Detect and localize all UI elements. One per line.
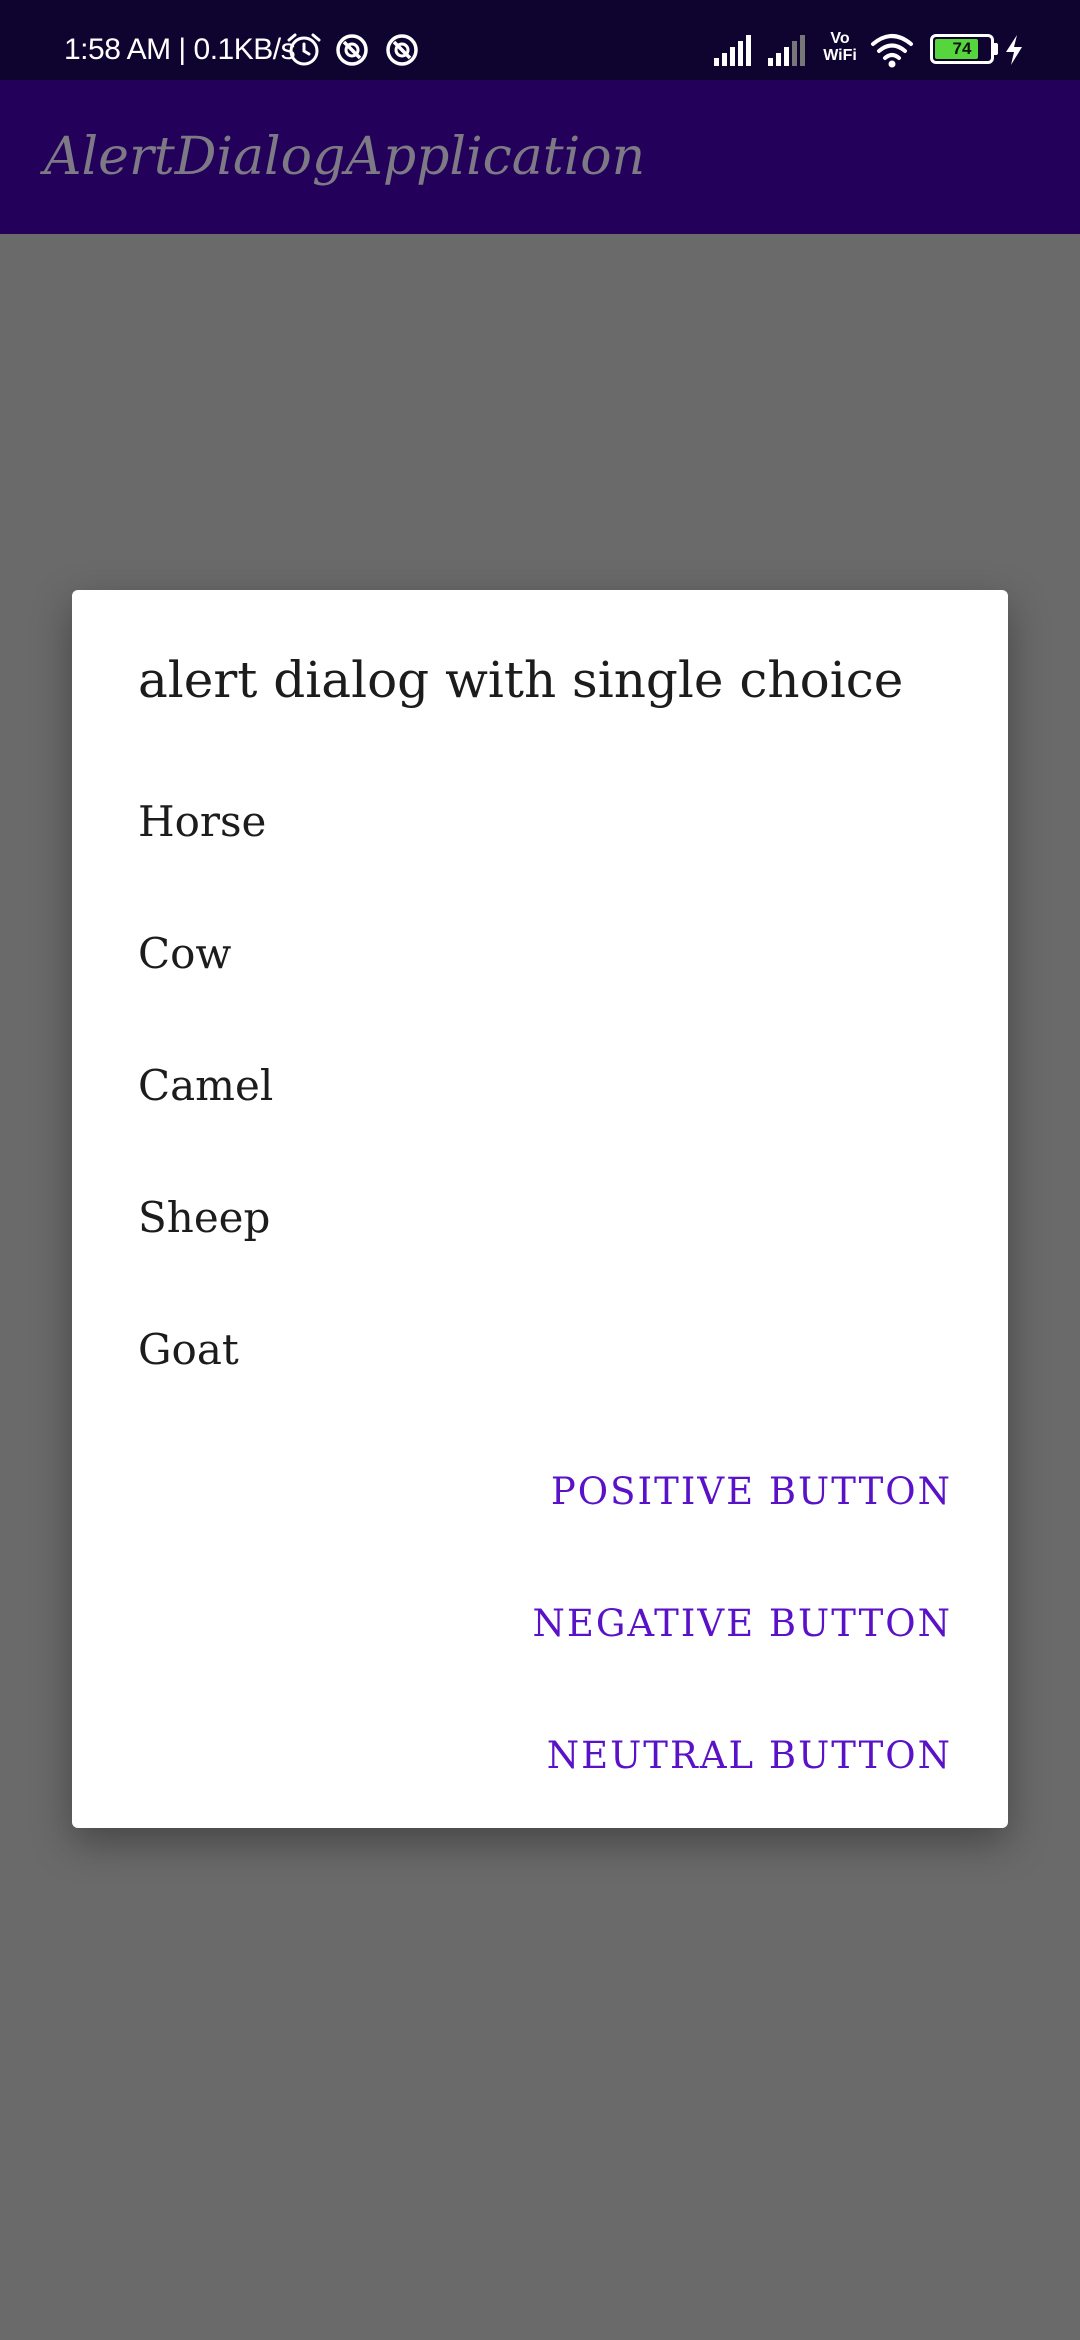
dialog-title: alert dialog with single choice bbox=[138, 651, 904, 709]
choice-item-cow[interactable]: Cow bbox=[138, 914, 938, 994]
app-bar: AlertDialogApplication bbox=[0, 80, 1080, 234]
positive-button[interactable]: POSITIVE BUTTON bbox=[551, 1452, 952, 1532]
neutral-button[interactable]: NEUTRAL BUTTON bbox=[547, 1716, 952, 1796]
sync-icon bbox=[336, 34, 368, 66]
negative-button[interactable]: NEGATIVE BUTTON bbox=[532, 1584, 952, 1664]
battery-icon: 74 bbox=[930, 34, 994, 64]
status-bar: 1:58 AM | 0.1KB/s Vo WiFi 74 bbox=[0, 0, 1080, 80]
battery-level: 74 bbox=[952, 39, 972, 58]
sync-icon bbox=[386, 34, 418, 66]
app-title: AlertDialogApplication bbox=[44, 127, 646, 187]
signal-icon bbox=[768, 35, 805, 66]
battery-tip bbox=[994, 43, 998, 55]
choice-item-camel[interactable]: Camel bbox=[138, 1046, 938, 1126]
signal-icon bbox=[714, 35, 751, 66]
charging-icon bbox=[1006, 35, 1022, 65]
choice-item-sheep[interactable]: Sheep bbox=[138, 1178, 938, 1258]
choice-item-goat[interactable]: Goat bbox=[138, 1310, 938, 1390]
vowifi-icon: Vo WiFi bbox=[823, 30, 857, 64]
choice-item-horse[interactable]: Horse bbox=[138, 782, 938, 862]
alert-dialog: alert dialog with single choice Horse Co… bbox=[72, 590, 1008, 1828]
wifi-icon bbox=[871, 34, 913, 68]
alarm-icon bbox=[287, 33, 321, 66]
